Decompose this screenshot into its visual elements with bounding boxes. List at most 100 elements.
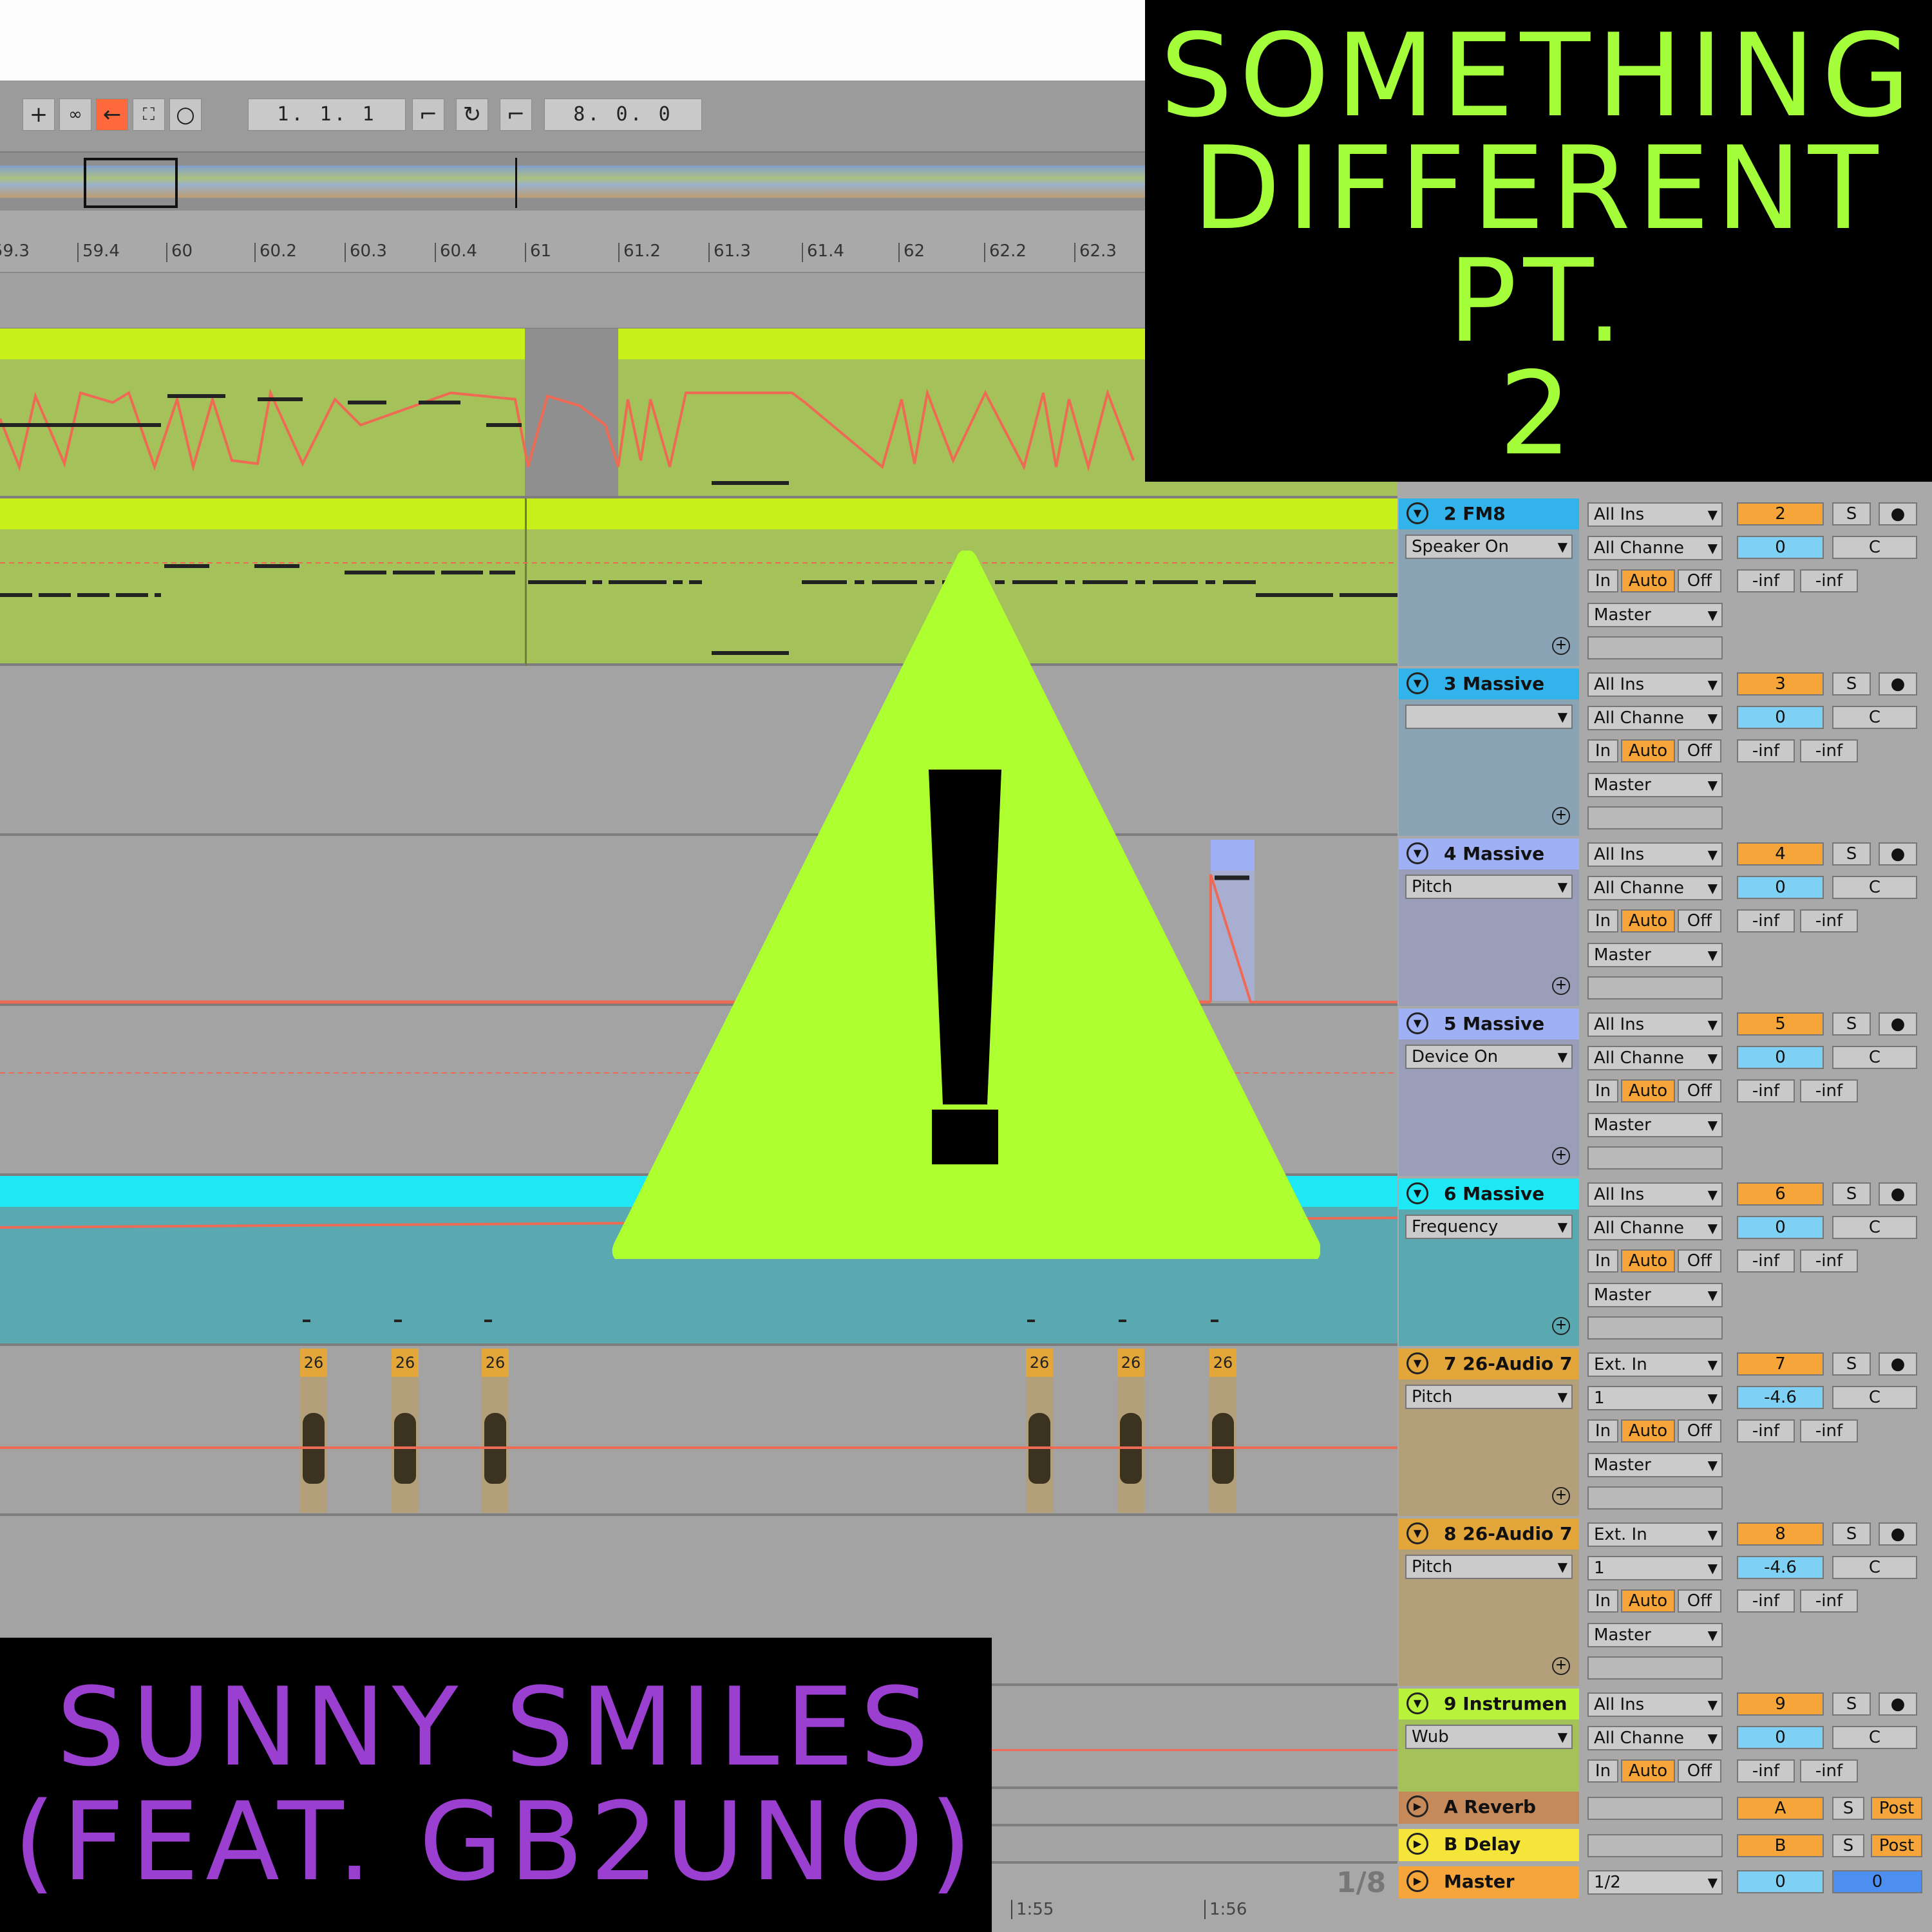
solo-button[interactable]: S: [1832, 1692, 1871, 1716]
track-name[interactable]: ▼ 9 Instrumen: [1399, 1689, 1579, 1719]
pan-field[interactable]: C: [1832, 706, 1917, 729]
track-activator[interactable]: 5: [1737, 1012, 1824, 1036]
monitor-off-button[interactable]: Off: [1678, 569, 1721, 592]
monitor-off-button[interactable]: Off: [1678, 1759, 1721, 1783]
monitor-auto-button[interactable]: Auto: [1621, 1079, 1675, 1103]
automation-param-select[interactable]: Speaker On: [1405, 535, 1573, 559]
fold-icon[interactable]: ▼: [1406, 842, 1428, 864]
fold-icon[interactable]: ▼: [1406, 672, 1428, 694]
return-input-field[interactable]: [1587, 1797, 1723, 1820]
fold-icon[interactable]: ▼: [1406, 1182, 1428, 1204]
add-lane-icon[interactable]: +: [1552, 1487, 1570, 1505]
input-type-select[interactable]: All Ins: [1587, 1012, 1723, 1037]
track-name[interactable]: ▼ 4 Massive: [1399, 838, 1579, 869]
audio-clip[interactable]: 26: [1117, 1349, 1144, 1513]
output-channel-field[interactable]: [1587, 1486, 1723, 1510]
volume-field[interactable]: 0: [1737, 1046, 1824, 1069]
fit-icon[interactable]: ⛶: [133, 99, 165, 131]
arm-button[interactable]: ●: [1879, 502, 1917, 526]
solo-button[interactable]: S: [1832, 1182, 1871, 1206]
return-input-field[interactable]: [1587, 1834, 1723, 1857]
quantization-select[interactable]: 1/2: [1587, 1870, 1723, 1895]
solo-button[interactable]: S: [1832, 1352, 1871, 1376]
volume-field[interactable]: -4.6: [1737, 1386, 1824, 1409]
beat-ruler[interactable]: 59.3 59.4 60 60.2 60.3 60.4 61 61.2 61.3…: [0, 211, 1146, 273]
input-type-select[interactable]: All Ins: [1587, 502, 1723, 527]
monitor-off-button[interactable]: Off: [1678, 909, 1721, 933]
solo-button[interactable]: S: [1832, 1012, 1871, 1036]
monitor-auto-button[interactable]: Auto: [1621, 739, 1675, 762]
post-button[interactable]: Post: [1871, 1797, 1922, 1820]
pan-field[interactable]: C: [1832, 1726, 1917, 1749]
track-name[interactable]: ▼ 2 FM8: [1399, 498, 1579, 529]
arm-button[interactable]: ●: [1879, 1522, 1917, 1546]
fold-icon[interactable]: ▼: [1406, 1352, 1428, 1374]
track-name[interactable]: ▼ 7 26-Audio 7: [1399, 1349, 1579, 1379]
output-channel-field[interactable]: [1587, 1656, 1723, 1680]
monitor-auto-button[interactable]: Auto: [1621, 1419, 1675, 1443]
automation-param-select[interactable]: Pitch: [1405, 1385, 1573, 1409]
output-select[interactable]: Master: [1587, 1283, 1723, 1307]
track-activator[interactable]: 8: [1737, 1522, 1824, 1546]
volume-field[interactable]: 0: [1737, 1216, 1824, 1239]
punch-out-icon[interactable]: ⌐: [500, 99, 532, 131]
automation-param-select[interactable]: Pitch: [1405, 1555, 1573, 1579]
arm-button[interactable]: ●: [1879, 1012, 1917, 1036]
automation-param-select[interactable]: Frequency: [1405, 1215, 1573, 1239]
monitor-in-button[interactable]: In: [1587, 1419, 1618, 1443]
output-select[interactable]: Master: [1587, 1623, 1723, 1647]
monitor-auto-button[interactable]: Auto: [1621, 569, 1675, 592]
output-select[interactable]: Master: [1587, 1113, 1723, 1137]
output-channel-field[interactable]: [1587, 636, 1723, 659]
input-type-select[interactable]: Ext. In: [1587, 1352, 1723, 1377]
fold-icon[interactable]: ▼: [1406, 502, 1428, 524]
audio-clip[interactable]: 26: [300, 1349, 327, 1513]
monitor-in-button[interactable]: In: [1587, 569, 1618, 592]
automation-curve-lane1[interactable]: [0, 328, 1146, 496]
add-lane-icon[interactable]: +: [1552, 1147, 1570, 1165]
post-button[interactable]: Post: [1871, 1834, 1922, 1857]
track-activator[interactable]: 7: [1737, 1352, 1824, 1376]
master-volume-field[interactable]: 0: [1737, 1870, 1824, 1893]
audio-clip[interactable]: 26: [482, 1349, 509, 1513]
monitor-auto-button[interactable]: Auto: [1621, 1589, 1675, 1613]
overview-strip[interactable]: [0, 153, 1146, 211]
fold-icon[interactable]: ▼: [1406, 1522, 1428, 1544]
input-type-select[interactable]: All Ins: [1587, 672, 1723, 697]
master-pan-field[interactable]: 0: [1832, 1870, 1922, 1893]
add-lane-icon[interactable]: +: [1552, 1317, 1570, 1335]
add-lane-icon[interactable]: +: [1552, 977, 1570, 995]
input-channel-select[interactable]: All Channe: [1587, 1046, 1723, 1070]
monitor-auto-button[interactable]: Auto: [1621, 1249, 1675, 1273]
add-lane-icon[interactable]: +: [1552, 637, 1570, 655]
solo-button[interactable]: S: [1832, 1834, 1864, 1857]
track-activator[interactable]: 3: [1737, 672, 1824, 696]
play-icon[interactable]: ▶: [1406, 1795, 1428, 1817]
loop-start-field[interactable]: 1. 1. 1: [248, 99, 406, 131]
monitor-in-button[interactable]: In: [1587, 1249, 1618, 1273]
solo-button[interactable]: S: [1832, 502, 1871, 526]
return-track-name[interactable]: ▶ B Delay: [1399, 1829, 1579, 1861]
loop-length-field[interactable]: 8. 0. 0: [544, 99, 702, 131]
audio-clip[interactable]: 26: [1209, 1349, 1236, 1513]
volume-field[interactable]: -4.6: [1737, 1556, 1824, 1579]
arm-button[interactable]: ●: [1879, 1352, 1917, 1376]
solo-button[interactable]: S: [1832, 842, 1871, 866]
audio-clip[interactable]: 26: [392, 1349, 419, 1513]
output-select[interactable]: Master: [1587, 1453, 1723, 1477]
punch-in-icon[interactable]: ⌐: [412, 99, 444, 131]
automation-param-select[interactable]: Device On: [1405, 1045, 1573, 1069]
track-name[interactable]: ▼ 8 26-Audio 7: [1399, 1519, 1579, 1549]
pan-field[interactable]: C: [1832, 876, 1917, 899]
input-channel-select[interactable]: All Channe: [1587, 706, 1723, 730]
arm-button[interactable]: ●: [1879, 672, 1917, 696]
solo-button[interactable]: S: [1832, 1797, 1864, 1820]
input-channel-select[interactable]: All Channe: [1587, 1216, 1723, 1240]
fold-icon[interactable]: ▼: [1406, 1012, 1428, 1034]
pan-field[interactable]: C: [1832, 1216, 1917, 1239]
monitor-in-button[interactable]: In: [1587, 1079, 1618, 1103]
output-select[interactable]: Master: [1587, 603, 1723, 627]
arm-button[interactable]: ●: [1879, 842, 1917, 866]
play-icon[interactable]: ▶: [1406, 1833, 1428, 1855]
fold-icon[interactable]: ▼: [1406, 1692, 1428, 1714]
